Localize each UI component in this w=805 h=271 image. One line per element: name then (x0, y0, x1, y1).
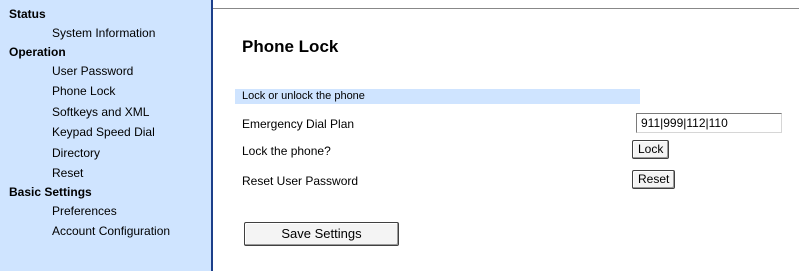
emergency-dial-plan-label: Emergency Dial Plan (242, 117, 355, 131)
main-content: Phone Lock Lock or unlock the phone Emer… (213, 0, 805, 271)
emergency-dial-plan-input[interactable] (636, 113, 782, 133)
sidebar-item-preferences[interactable]: Preferences (0, 201, 211, 222)
sidebar-section-operation: Operation (9, 44, 66, 59)
reset-user-password-label: Reset User Password (242, 174, 359, 188)
lock-phone-label: Lock the phone? (242, 144, 331, 158)
sidebar-nav: Status System Information Operation User… (0, 0, 213, 271)
section-header-label: Lock or unlock the phone (242, 90, 365, 102)
reset-button[interactable]: Reset (632, 170, 676, 189)
sidebar-item-softkeys-and-xml[interactable]: Softkeys and XML (0, 102, 211, 123)
sidebar-item-phone-lock[interactable]: Phone Lock (0, 81, 211, 102)
sidebar-section-basic-settings: Basic Settings (9, 184, 92, 199)
sidebar-item-user-password[interactable]: User Password (0, 61, 211, 82)
page-title: Phone Lock (242, 37, 339, 56)
sidebar-item-keypad-speed-dial[interactable]: Keypad Speed Dial (0, 122, 211, 143)
sidebar-section-status: Status (9, 7, 46, 21)
sidebar-item-directory[interactable]: Directory (0, 143, 211, 164)
sidebar-item-system-information[interactable]: System Information (0, 23, 211, 44)
sidebar-item-reset[interactable]: Reset (0, 163, 211, 184)
sidebar-item-account-configuration[interactable]: Account Configuration (0, 221, 211, 242)
lock-button[interactable]: Lock (632, 140, 670, 159)
save-settings-button[interactable]: Save Settings (244, 222, 399, 246)
